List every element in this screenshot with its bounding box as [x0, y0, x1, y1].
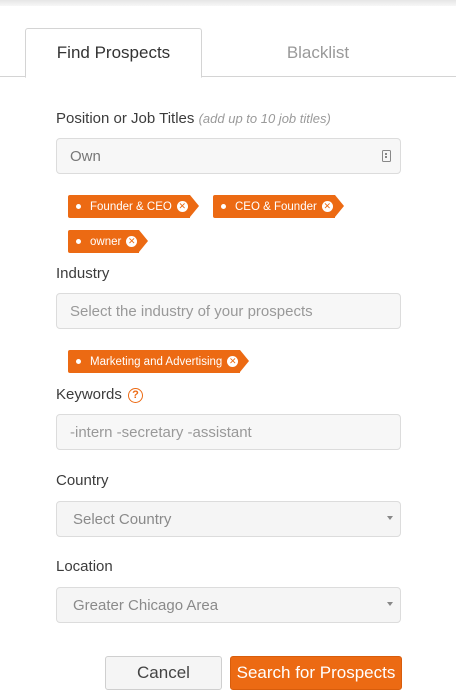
location-label: Location [56, 558, 113, 575]
tab-bar: Find Prospects Blacklist [0, 28, 456, 78]
keywords-label-text: Keywords [56, 386, 122, 403]
industry-input[interactable]: Select the industry of your prospects [56, 293, 401, 329]
tab-find-prospects[interactable]: Find Prospects [25, 28, 202, 78]
tag-ceo-founder: CEO & Founder ✕ [213, 195, 344, 218]
tag-founder-ceo: Founder & CEO ✕ [68, 195, 199, 218]
job-titles-label-text: Position or Job Titles [56, 110, 195, 127]
help-icon[interactable]: ? [128, 387, 144, 403]
location-select[interactable]: Greater Chicago Area [56, 587, 401, 623]
remove-tag-icon[interactable]: ✕ [126, 236, 138, 247]
tag-dot-icon [76, 359, 81, 364]
tag-label: CEO & Founder [235, 200, 317, 213]
tag-label: Marketing and Advertising [90, 355, 223, 368]
tag-label: Founder & CEO [90, 200, 172, 213]
cancel-button[interactable]: Cancel [105, 656, 222, 690]
tag-marketing-advertising: Marketing and Advertising ✕ [68, 350, 250, 373]
chevron-down-icon [387, 602, 393, 606]
chevron-down-icon [387, 516, 393, 520]
keywords-input[interactable]: -intern -secretary -assistant [56, 414, 401, 450]
top-shadow-bar [0, 0, 456, 6]
contact-card-icon[interactable] [382, 150, 391, 162]
tab-blacklist[interactable]: Blacklist [202, 28, 434, 77]
industry-label: Industry [56, 265, 110, 282]
country-select[interactable]: Select Country [56, 501, 401, 537]
tag-owner: owner ✕ [68, 230, 149, 253]
keywords-placeholder: -intern -secretary -assistant [70, 423, 252, 441]
tag-dot-icon [76, 239, 81, 244]
location-select-value: Greater Chicago Area [73, 596, 219, 614]
country-select-value: Select Country [73, 510, 172, 528]
search-for-prospects-button[interactable]: Search for Prospects [230, 656, 402, 690]
tag-dot-icon [221, 204, 226, 209]
remove-tag-icon[interactable]: ✕ [227, 356, 239, 367]
job-titles-input-value: Own [70, 147, 101, 165]
remove-tag-icon[interactable]: ✕ [176, 201, 188, 212]
tag-label: owner [90, 235, 122, 248]
job-titles-input[interactable]: Own [56, 138, 401, 174]
remove-tag-icon[interactable]: ✕ [321, 201, 333, 212]
keywords-label: Keywords ? [56, 386, 144, 403]
country-label: Country [56, 472, 109, 489]
tag-dot-icon [76, 204, 81, 209]
job-titles-hint: (add up to 10 job titles) [198, 111, 331, 126]
industry-placeholder: Select the industry of your prospects [70, 302, 313, 320]
job-titles-label: Position or Job Titles (add up to 10 job… [56, 110, 331, 127]
